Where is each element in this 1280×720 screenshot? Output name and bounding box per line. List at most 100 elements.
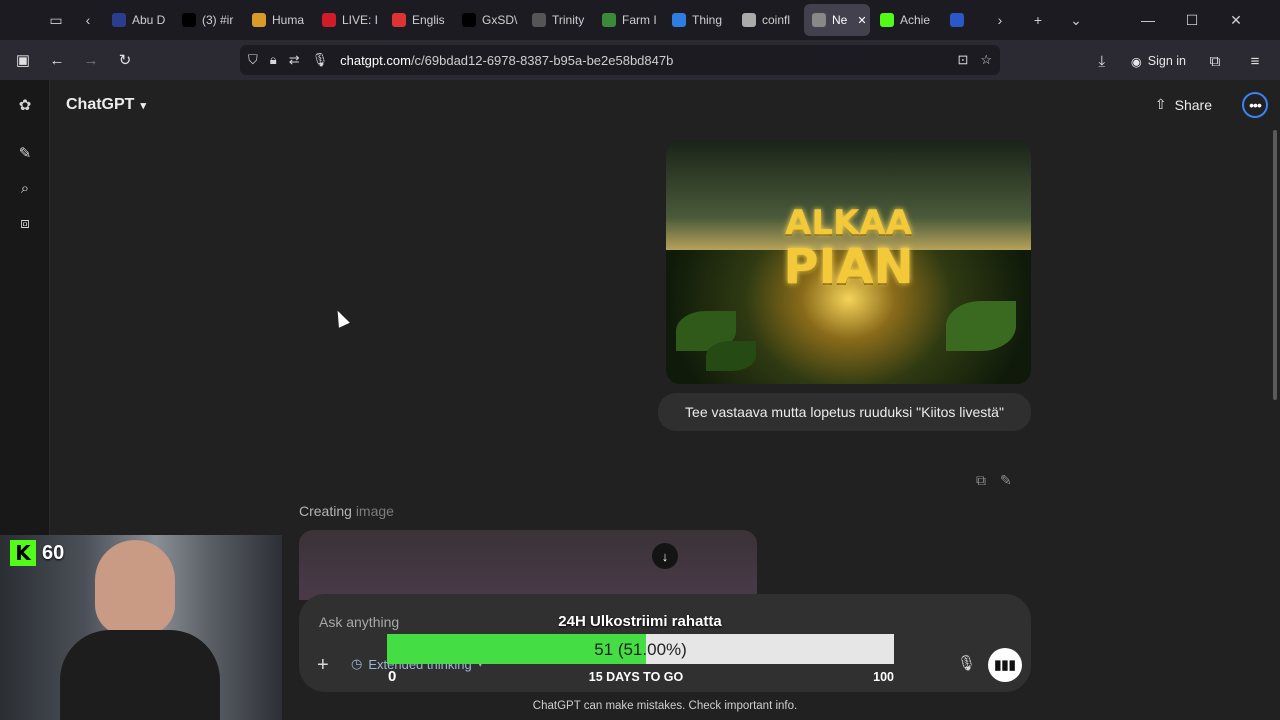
voice-mode-button[interactable]: ▮▮▮ <box>988 648 1022 682</box>
goal-progress-bar: 51 (51.00%) <box>387 634 894 664</box>
copy-icon[interactable]: ⧉ <box>976 472 986 489</box>
tab-label: LIVE: I <box>342 13 379 27</box>
tab-favicon-icon <box>462 13 476 27</box>
downloads-icon[interactable]: ⤓ <box>1085 44 1119 78</box>
tab-label: Huma <box>272 13 305 27</box>
message-actions: ⧉ ✎ <box>976 472 1012 489</box>
browser-tab[interactable]: Ne ✕ <box>804 4 870 36</box>
image-leaf <box>946 301 1016 351</box>
browser-tab[interactable]: Achie <box>872 4 940 36</box>
creating-image-status: Creating image <box>299 503 394 519</box>
forward-arrow-icon[interactable]: → <box>74 43 108 77</box>
waveform-icon: ▮▮▮ <box>994 657 1016 672</box>
browser-tab[interactable]: (3) #ir <box>174 4 242 36</box>
permissions-icon[interactable]: ⇄ <box>289 52 300 68</box>
sign-in-label: Sign in <box>1147 54 1186 68</box>
chat-header: ChatGPT ▾ ⇧ Share ••• <box>50 80 1280 130</box>
creating-label: Creating <box>299 503 352 519</box>
tab-label: Trinity <box>552 13 585 27</box>
scrollbar[interactable] <box>1273 130 1277 400</box>
tab-favicon-icon <box>812 13 826 27</box>
tab-label: coinfl <box>762 13 791 27</box>
goal-progress-text: 51 (51.00%) <box>594 640 687 659</box>
share-button[interactable]: ⇧ Share <box>1155 96 1212 113</box>
model-selector[interactable]: ChatGPT ▾ <box>66 96 146 114</box>
browser-nav-bar: ▣ ← → ↻ ⛉ 🔒︎ ⇄ 🎙︎ chatgpt.com/c/69bdad12… <box>0 40 1280 80</box>
library-icon[interactable]: ⧈ <box>13 211 37 235</box>
timer-icon: ◷ <box>351 656 363 671</box>
tab-favicon-icon <box>252 13 266 27</box>
mouse-cursor-icon <box>332 308 350 328</box>
image-generation-placeholder <box>299 530 757 600</box>
tab-favicon-icon <box>602 13 616 27</box>
tab-favicon-icon <box>950 13 964 27</box>
url-path: /c/69bdad12-6978-8387-b95a-be2e58bd847b <box>410 52 674 68</box>
tab-favicon-icon <box>880 13 894 27</box>
tab-favicon-icon <box>672 13 686 27</box>
chevron-down-icon: ▾ <box>140 99 146 112</box>
account-icon: ◉ <box>1130 54 1142 69</box>
install-app-icon[interactable]: ⊡ <box>957 52 968 68</box>
sign-in-button[interactable]: ◉ Sign in <box>1125 54 1192 69</box>
openai-logo-icon[interactable]: ✿ <box>13 93 37 117</box>
tab-overview-icon[interactable]: ▭ <box>40 4 72 36</box>
browser-tab[interactable]: Farm I <box>594 4 662 36</box>
share-label: Share <box>1174 96 1212 113</box>
user-message-text: Tee vastaava mutta lopetus ruuduksi "Kii… <box>685 404 1004 420</box>
new-chat-icon[interactable]: ✎ <box>13 141 37 165</box>
tab-favicon-icon <box>392 13 406 27</box>
url-text[interactable]: chatgpt.com/c/69bdad12-6978-8387-b95a-be… <box>340 53 673 68</box>
menu-icon[interactable]: ≡ <box>1238 44 1272 78</box>
tab-favicon-icon <box>532 13 546 27</box>
browser-tab[interactable]: Huma <box>244 4 312 36</box>
sidebar-toggle-icon[interactable]: ▣ <box>6 43 40 77</box>
browser-tab[interactable]: coinfl <box>734 4 802 36</box>
browser-tab[interactable] <box>942 4 972 36</box>
microphone-permission-icon[interactable]: 🎙︎ <box>312 52 329 68</box>
more-options-icon[interactable]: ••• <box>1242 92 1268 118</box>
minimize-icon[interactable]: — <box>1132 4 1164 36</box>
close-tab-icon[interactable]: ✕ <box>857 14 866 27</box>
kick-logo-icon: K <box>10 540 36 566</box>
search-icon[interactable]: ⌕ <box>13 176 37 200</box>
tab-list-chevron-icon[interactable]: ⌄ <box>1060 4 1092 36</box>
tab-label: Farm I <box>622 13 657 27</box>
bookmark-star-icon[interactable]: ☆ <box>980 52 992 68</box>
tab-scroll-right-icon[interactable]: › <box>984 4 1016 36</box>
tab-label: Englis <box>412 13 445 27</box>
tab-label: Thing <box>692 13 723 27</box>
url-bar[interactable]: ⛉ 🔒︎ ⇄ 🎙︎ chatgpt.com/c/69bdad12-6978-83… <box>240 45 1000 75</box>
edit-icon[interactable]: ✎ <box>1000 472 1012 489</box>
browser-tab[interactable]: GxSD\ <box>454 4 522 36</box>
streamer-shirt <box>60 630 220 720</box>
image-title-line2: PIAN <box>783 239 914 295</box>
tab-scroll-left-icon[interactable]: ‹ <box>72 4 104 36</box>
maximize-icon[interactable]: ☐ <box>1176 4 1208 36</box>
browser-tab-bar: ▭ ‹ Abu D (3) #ir Huma LIVE: I Englis GxSD\ Tr… <box>0 0 1280 40</box>
scroll-down-icon[interactable]: ↓ <box>652 543 678 569</box>
browser-tab[interactable]: Abu D <box>104 4 172 36</box>
new-tab-icon[interactable]: + <box>1022 4 1054 36</box>
url-domain: chatgpt.com <box>340 52 411 68</box>
user-message-bubble: Tee vastaava mutta lopetus ruuduksi "Kii… <box>658 393 1031 431</box>
streamer-figure <box>95 540 175 635</box>
browser-tab[interactable]: Trinity <box>524 4 592 36</box>
tab-label: GxSD\ <box>482 13 518 27</box>
close-window-icon[interactable]: ✕ <box>1220 4 1252 36</box>
back-arrow-icon[interactable]: ← <box>40 43 74 77</box>
lock-icon[interactable]: 🔒︎ <box>270 52 277 68</box>
user-attached-image[interactable]: ALKAA PIAN <box>666 141 1031 384</box>
webcam-overlay: K 60 <box>0 535 282 720</box>
tab-label: (3) #ir <box>202 13 234 27</box>
tab-label: Achie <box>900 13 931 27</box>
browser-tab[interactable]: LIVE: I <box>314 4 382 36</box>
goal-days-label: 15 DAYS TO GO <box>588 670 684 684</box>
shield-icon[interactable]: ⛉ <box>248 52 258 68</box>
browser-tab[interactable]: Englis <box>384 4 452 36</box>
microphone-icon[interactable]: 🎙︎ <box>957 654 976 672</box>
reload-icon[interactable]: ↻ <box>108 43 142 77</box>
add-attachment-icon[interactable]: + <box>317 654 329 677</box>
browser-tab[interactable]: Thing <box>664 4 732 36</box>
nav-right-tools: ⤓ ◉ Sign in ⧉ ≡ <box>1085 44 1272 78</box>
extensions-icon[interactable]: ⧉ <box>1198 44 1232 78</box>
